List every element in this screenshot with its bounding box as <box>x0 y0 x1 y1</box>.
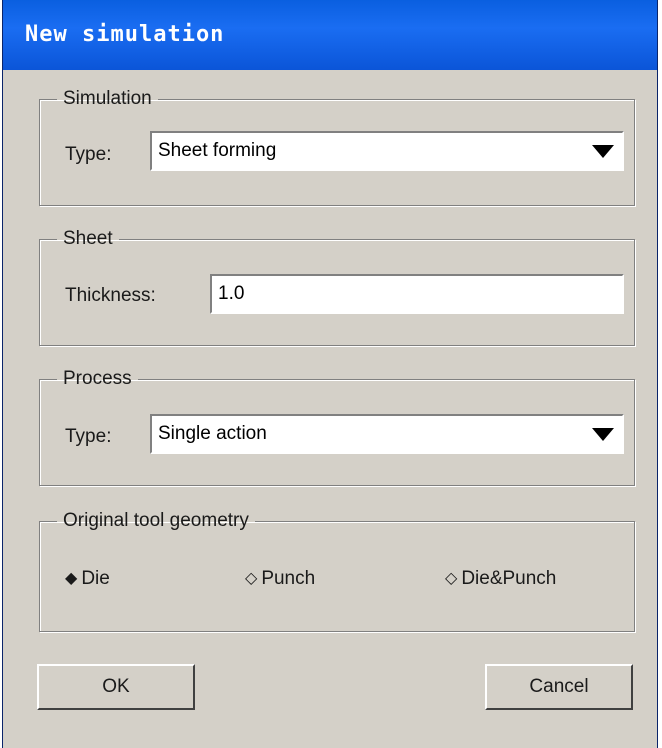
process-type-label: Type: <box>65 426 112 447</box>
dropdown-arrow-icon[interactable] <box>584 416 622 452</box>
window-title: New simulation <box>25 22 225 47</box>
radio-unselected-icon: ◇ <box>245 570 258 587</box>
radio-die[interactable]: ◆ Die <box>65 568 110 590</box>
simulation-type-dropdown[interactable]: Sheet forming <box>150 131 624 171</box>
radio-punch[interactable]: ◇ Punch <box>245 568 315 590</box>
simulation-legend: Simulation <box>63 88 152 109</box>
tool-geometry-legend: Original tool geometry <box>63 510 249 531</box>
sheet-legend: Sheet <box>63 228 113 249</box>
cancel-button[interactable]: Cancel <box>485 664 633 710</box>
simulation-type-label: Type: <box>65 144 112 165</box>
process-type-value: Single action <box>158 423 267 444</box>
radio-punch-label: Punch <box>261 568 316 589</box>
radio-die-and-punch-label: Die&Punch <box>461 568 557 589</box>
radio-selected-icon: ◆ <box>65 570 78 587</box>
radio-unselected-icon: ◇ <box>445 570 458 587</box>
process-type-dropdown[interactable]: Single action <box>150 414 624 454</box>
process-legend: Process <box>63 368 132 389</box>
thickness-field[interactable] <box>212 276 622 312</box>
simulation-type-value: Sheet forming <box>158 140 277 161</box>
new-simulation-dialog: New simulation Simulation Type: Sheet fo… <box>2 0 658 748</box>
radio-die-label: Die <box>81 568 110 589</box>
thickness-label: Thickness: <box>65 285 156 306</box>
thickness-input[interactable] <box>210 274 624 314</box>
ok-button[interactable]: OK <box>37 664 195 710</box>
radio-die-and-punch[interactable]: ◇ Die&Punch <box>445 568 556 590</box>
dropdown-arrow-icon[interactable] <box>584 133 622 169</box>
title-bar[interactable]: New simulation <box>3 0 657 70</box>
